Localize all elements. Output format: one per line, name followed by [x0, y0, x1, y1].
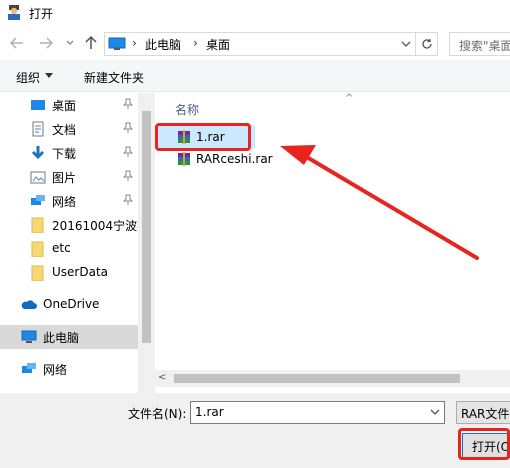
sidebar-item-this-pc[interactable]: 此电脑 [0, 325, 138, 349]
sidebar-item-folder-20161004[interactable]: 20161004宁波邦 [0, 213, 138, 237]
chevron-down-icon [66, 40, 74, 45]
sidebar-item-label: 20161004宁波邦 [52, 219, 138, 233]
annotation-highlight-file [155, 123, 251, 151]
filetype-select[interactable]: RAR文件 [456, 401, 510, 424]
sidebar-item-label: 图片 [52, 171, 77, 185]
sidebar-item-folder-userdata[interactable]: UserData [0, 261, 138, 285]
filename-input[interactable]: 1.rar [190, 401, 445, 424]
picture-icon [30, 171, 46, 184]
network-icon [22, 363, 36, 373]
rar-archive-icon [178, 152, 190, 166]
sidebar-item-onedrive[interactable]: OneDrive [0, 293, 138, 317]
pin-icon[interactable] [122, 170, 134, 182]
sidebar-item-desktop[interactable]: 桌面 [0, 93, 138, 117]
forward-button[interactable] [37, 34, 55, 52]
sidebar-item-label: UserData [52, 265, 109, 279]
download-icon [31, 146, 45, 160]
pin-icon[interactable] [122, 122, 134, 134]
up-button[interactable] [82, 34, 100, 52]
desktop-icon [31, 100, 45, 110]
pc-icon [108, 37, 126, 50]
filename-label: 文件名(N): [128, 407, 187, 421]
sidebar-item-network-pinned[interactable]: 网络 [0, 189, 138, 213]
scroll-left-icon[interactable]: < [158, 372, 166, 383]
sidebar-item-label: 文档 [52, 123, 77, 137]
sort-ascending-icon: ^ [345, 93, 354, 104]
chevron-down-icon[interactable] [430, 407, 440, 417]
chevron-down-icon [45, 73, 53, 78]
sidebar-item-downloads[interactable]: 下载 [0, 141, 138, 165]
address-bar[interactable]: › 此电脑 › 桌面 [104, 32, 416, 56]
up-arrow-icon [85, 36, 97, 49]
recent-locations-button[interactable] [61, 34, 79, 52]
title-bar: 打开 [0, 0, 510, 26]
refresh-button[interactable] [416, 32, 438, 56]
sidebar-item-documents[interactable]: 文档 [0, 117, 138, 141]
sidebar-item-label: 桌面 [52, 99, 77, 113]
breadcrumb-separator: › [132, 36, 137, 50]
sidebar-item-label: OneDrive [43, 297, 100, 311]
sidebar-item-network[interactable]: 网络 [0, 357, 138, 381]
window-title: 打开 [29, 7, 54, 21]
sidebar-item-folder-etc[interactable]: etc [0, 237, 138, 261]
back-button[interactable] [8, 34, 26, 52]
annotation-highlight-open-button [458, 428, 510, 460]
command-bar: 组织 新建文件夹 [0, 60, 510, 92]
refresh-icon [421, 39, 432, 49]
filename-value: 1.rar [195, 405, 224, 419]
pin-icon[interactable] [122, 98, 134, 110]
new-folder-button[interactable]: 新建文件夹 [84, 69, 144, 86]
sidebar-item-label: 下载 [52, 147, 77, 161]
breadcrumb-separator: › [193, 36, 198, 50]
sidebar-item-label: 网络 [52, 195, 77, 209]
onedrive-icon [21, 300, 37, 309]
column-header-name[interactable]: 名称 [175, 101, 199, 118]
folder-icon [31, 241, 44, 257]
horizontal-scroll-thumb[interactable] [174, 374, 460, 383]
sidebar-item-label: 此电脑 [43, 331, 80, 345]
back-arrow-icon [10, 37, 23, 49]
chevron-down-icon[interactable] [401, 37, 411, 51]
network-icon [31, 195, 45, 205]
pc-icon [21, 330, 37, 343]
sidebar-scrollbar[interactable] [138, 93, 155, 393]
app-icon [8, 5, 20, 20]
file-item-rarceshi-rar[interactable]: RARceshi.rar [155, 148, 275, 170]
breadcrumb-this-pc[interactable]: 此电脑 [145, 36, 181, 53]
dialog-footer: 文件名(N): 1.rar RAR文件 打开(O) [0, 393, 510, 468]
pin-icon[interactable] [122, 194, 134, 206]
navigation-pane: 桌面 文档 下载 图片 网络 20161004宁波邦 etc UserData … [0, 93, 155, 393]
folder-icon [31, 265, 44, 281]
search-input[interactable]: 搜索"桌面 [449, 32, 510, 56]
sidebar-item-label: 网络 [43, 363, 68, 377]
sidebar-item-label: etc [52, 241, 71, 255]
folder-icon [31, 217, 44, 233]
document-icon [32, 121, 44, 137]
horizontal-scrollbar[interactable]: < [155, 370, 510, 387]
forward-arrow-icon [40, 37, 53, 49]
file-name: RARceshi.rar [196, 152, 273, 166]
sidebar-item-pictures[interactable]: 图片 [0, 165, 138, 189]
sidebar-scroll-thumb[interactable] [142, 111, 151, 343]
breadcrumb-desktop[interactable]: 桌面 [206, 36, 230, 53]
search-placeholder: 搜索"桌面 [459, 39, 510, 53]
organize-button[interactable]: 组织 [16, 69, 40, 86]
filetype-value: RAR文件 [461, 407, 510, 421]
pin-icon[interactable] [122, 146, 134, 158]
